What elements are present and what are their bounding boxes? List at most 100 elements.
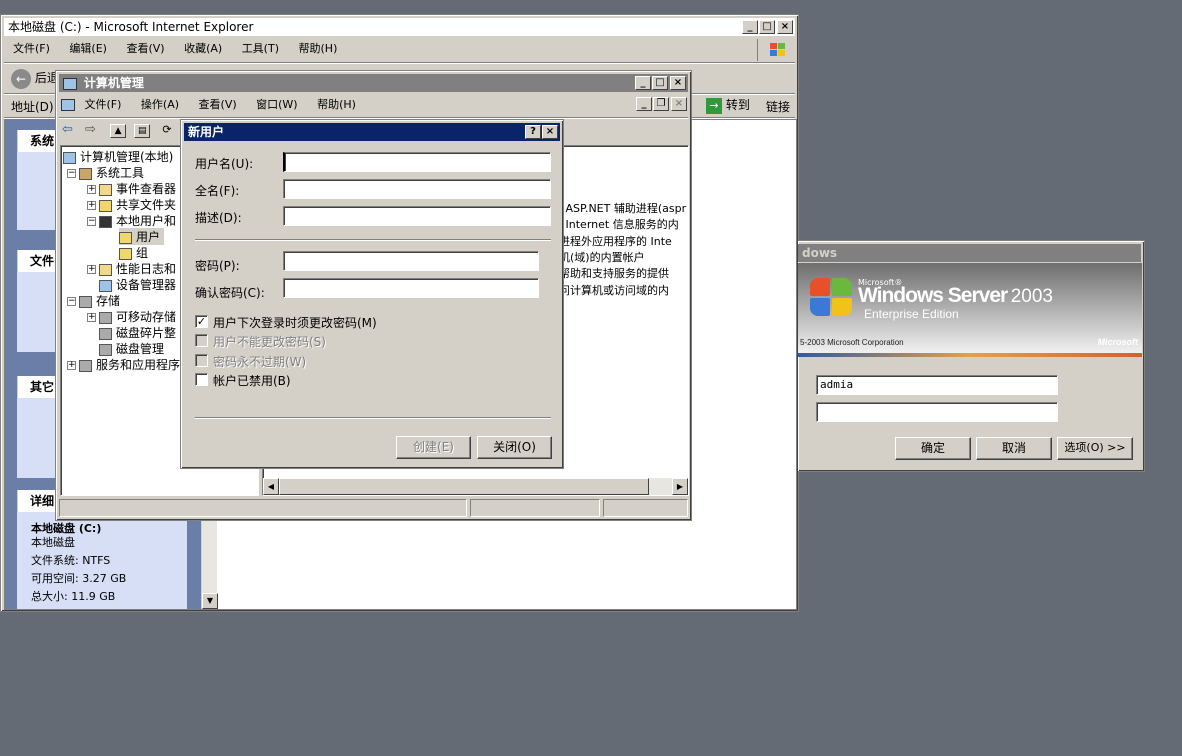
expand-icon[interactable]: + xyxy=(87,313,96,322)
ie-menubar: 文件(F) 编辑(E) 查看(V) 收藏(A) 工具(T) 帮助(H) xyxy=(13,39,353,59)
back-icon[interactable]: ⇦ xyxy=(62,122,73,137)
tree-device-manager[interactable]: 设备管理器 xyxy=(99,276,176,293)
show-tree-icon[interactable]: ▤ xyxy=(134,124,151,138)
computer-icon xyxy=(63,151,76,164)
menu-favorites[interactable]: 收藏(A) xyxy=(184,42,222,55)
cm-title: 计算机管理 xyxy=(83,76,144,90)
cm-close-button[interactable]: × xyxy=(670,76,686,90)
tree-system-tools-label: 系统工具 xyxy=(96,166,145,180)
tree-disk-mgmt[interactable]: 磁盘管理 xyxy=(99,340,164,357)
menu-help[interactable]: 帮助(H) xyxy=(299,42,338,55)
ok-button[interactable]: 确定 xyxy=(895,437,971,460)
cancel-button[interactable]: 取消 xyxy=(976,437,1052,460)
tree-event-viewer[interactable]: + 事件查看器 xyxy=(87,180,176,197)
collapse-icon[interactable]: − xyxy=(67,169,76,178)
logon-password-field[interactable] xyxy=(816,402,1058,422)
cm-menu-file[interactable]: 文件(F) xyxy=(85,98,122,111)
dialog-title: 新用户 xyxy=(188,125,225,139)
up-folder-icon[interactable]: ▲ xyxy=(110,124,127,138)
cm-menu-view[interactable]: 查看(V) xyxy=(199,98,237,111)
windows-logo-icon xyxy=(810,278,854,318)
tree-users[interactable]: 用户 xyxy=(119,228,165,245)
child-minimize-button[interactable]: _ xyxy=(636,97,652,111)
minimize-button[interactable]: _ xyxy=(742,20,758,34)
fullname-field[interactable] xyxy=(283,179,551,199)
cm-menu-window[interactable]: 窗口(W) xyxy=(256,98,297,111)
cm-maximize-button[interactable]: □ xyxy=(652,76,668,90)
cm-statusbar xyxy=(59,499,688,518)
dialog-close-button[interactable]: × xyxy=(542,125,558,139)
maximize-button[interactable]: □ xyxy=(759,20,775,34)
status-pane-1 xyxy=(59,499,467,517)
account-disabled-checkbox[interactable] xyxy=(195,373,208,386)
tree-perf-logs-label: 性能日志和 xyxy=(116,262,177,276)
tree-system-tools[interactable]: − 系统工具 xyxy=(67,164,144,181)
services-icon xyxy=(79,359,92,372)
menu-file[interactable]: 文件(F) xyxy=(13,42,50,55)
task-section-details-title: 详细 xyxy=(30,494,55,508)
forward-icon[interactable]: ⇨ xyxy=(85,122,96,137)
user-desc-1: ' ASP.NET 辅助进程(aspr xyxy=(559,202,687,215)
expand-icon[interactable]: + xyxy=(67,361,76,370)
menu-tools[interactable]: 工具(T) xyxy=(242,42,279,55)
tree-removable-label: 可移动存储 xyxy=(116,310,177,324)
links-label[interactable]: 链接 xyxy=(766,98,790,115)
logon-username-field[interactable]: admia xyxy=(816,375,1058,395)
close-button[interactable]: × xyxy=(777,20,793,34)
tree-defrag[interactable]: 磁盘碎片整 xyxy=(99,324,176,341)
must-change-password-checkbox[interactable]: ✓ xyxy=(195,315,208,328)
refresh-icon[interactable]: ⟳ xyxy=(162,123,171,136)
users-groups-icon xyxy=(99,215,112,228)
close-dialog-button[interactable]: 关闭(O) xyxy=(477,436,552,459)
child-close-button[interactable]: × xyxy=(671,97,687,111)
h-scrollbar[interactable]: ◀ ▶ xyxy=(263,478,688,495)
tree-perf-logs[interactable]: + 性能日志和 xyxy=(87,260,176,277)
tree-groups[interactable]: 组 xyxy=(119,244,148,261)
child-restore-button[interactable]: ❐ xyxy=(653,97,669,111)
scroll-right-button[interactable]: ▶ xyxy=(672,478,688,495)
options-button[interactable]: 选项(O) >> xyxy=(1057,437,1133,460)
tree-removable-storage[interactable]: + 可移动存储 xyxy=(87,308,176,325)
collapse-icon[interactable]: − xyxy=(67,297,76,306)
go-arrow-icon: → xyxy=(706,97,722,114)
cm-menu-action[interactable]: 操作(A) xyxy=(141,98,179,111)
password-field[interactable] xyxy=(283,251,539,271)
user-desc-6: 问计算机或访问域的内 xyxy=(559,284,669,297)
task-section-file-title: 文件 xyxy=(30,254,55,268)
cm-menu-help[interactable]: 帮助(H) xyxy=(317,98,356,111)
tree-shared-folders[interactable]: + 共享文件夹 xyxy=(87,196,176,213)
expand-icon[interactable]: + xyxy=(87,185,96,194)
tree-storage-label: 存储 xyxy=(96,294,121,308)
cannot-change-password-label: 用户不能更改密码(S) xyxy=(213,335,326,349)
logon-titlebar[interactable]: dows xyxy=(798,244,1141,262)
scroll-thumb[interactable] xyxy=(279,478,649,495)
tree-defrag-label: 磁盘碎片整 xyxy=(116,326,177,340)
cm-menubar: 文件(F) 操作(A) 查看(V) 窗口(W) 帮助(H) xyxy=(61,95,372,115)
menu-edit[interactable]: 编辑(E) xyxy=(69,42,107,55)
help-button[interactable]: ? xyxy=(525,125,541,139)
menu-view[interactable]: 查看(V) xyxy=(126,42,164,55)
account-disabled-label[interactable]: 帐户已禁用(B) xyxy=(213,372,291,389)
expand-icon[interactable]: + xyxy=(87,265,96,274)
confirm-password-field[interactable] xyxy=(283,278,539,298)
tree-root[interactable]: 计算机管理(本地) xyxy=(63,148,173,165)
ie-titlebar[interactable]: 本地磁盘 (C:) - Microsoft Internet Explorer … xyxy=(4,18,795,36)
go-button[interactable]: → 转到 xyxy=(706,95,750,115)
dialog-titlebar[interactable]: 新用户 ? × xyxy=(184,123,560,141)
tree-services[interactable]: + 服务和应用程序 xyxy=(67,356,180,373)
windows-flag-icon xyxy=(757,39,795,61)
username-field[interactable] xyxy=(283,152,551,172)
status-pane-2 xyxy=(470,499,600,517)
cm-titlebar[interactable]: 计算机管理 _ □ × xyxy=(59,74,688,92)
microsoft-logo: Microsoft xyxy=(1097,337,1139,347)
scroll-down-button[interactable]: ▼ xyxy=(202,593,218,609)
must-change-password-label[interactable]: 用户下次登录时须更改密码(M) xyxy=(213,314,377,331)
scroll-left-button[interactable]: ◀ xyxy=(263,478,279,495)
cm-minimize-button[interactable]: _ xyxy=(635,76,651,90)
tree-local-users[interactable]: − 本地用户和 xyxy=(87,212,176,229)
description-field[interactable] xyxy=(283,206,551,226)
back-button[interactable]: ← 后退 xyxy=(11,67,59,89)
tree-storage[interactable]: − 存储 xyxy=(67,292,120,309)
expand-icon[interactable]: + xyxy=(87,201,96,210)
collapse-icon[interactable]: − xyxy=(87,217,96,226)
